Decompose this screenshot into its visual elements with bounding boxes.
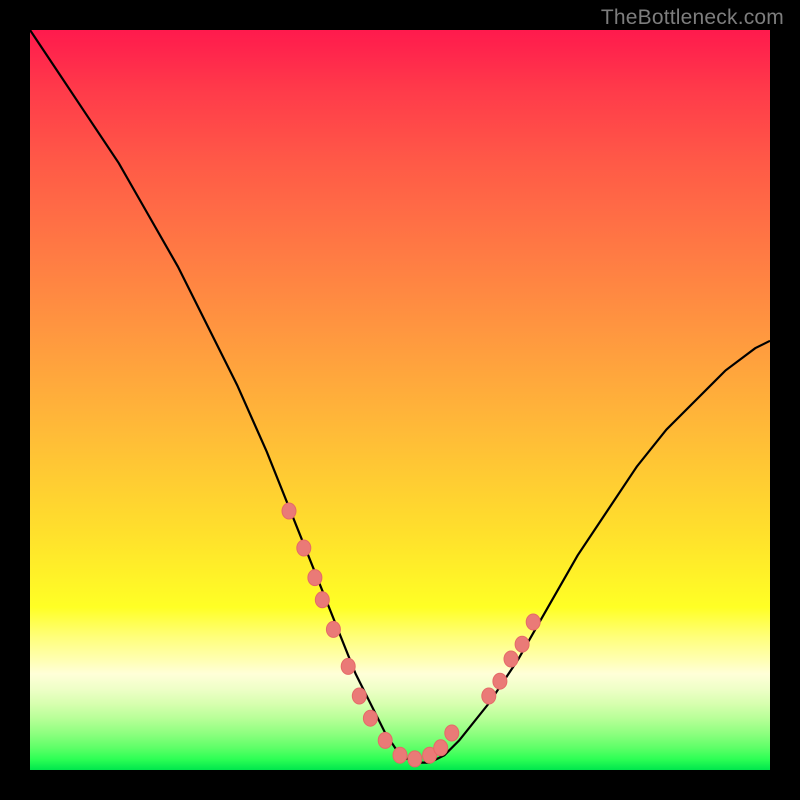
marker-group: [282, 503, 540, 767]
watermark-text: TheBottleneck.com: [601, 6, 784, 30]
curve-marker: [408, 751, 422, 767]
curve-marker: [363, 710, 377, 726]
outer-frame: TheBottleneck.com: [0, 0, 800, 800]
curve-marker: [341, 658, 355, 674]
curve-marker: [504, 651, 518, 667]
curve-marker: [352, 688, 366, 704]
plot-area: [30, 30, 770, 770]
curve-marker: [315, 592, 329, 608]
curve-marker: [434, 740, 448, 756]
curve-marker: [393, 747, 407, 763]
curve-marker: [297, 540, 311, 556]
curve-marker: [326, 621, 340, 637]
curve-marker: [493, 673, 507, 689]
curve-marker: [515, 636, 529, 652]
curve-svg: [30, 30, 770, 770]
curve-marker: [282, 503, 296, 519]
curve-marker: [526, 614, 540, 630]
curve-marker: [482, 688, 496, 704]
curve-marker: [378, 732, 392, 748]
curve-marker: [445, 725, 459, 741]
curve-marker: [308, 570, 322, 586]
bottleneck-curve-path: [30, 30, 770, 763]
